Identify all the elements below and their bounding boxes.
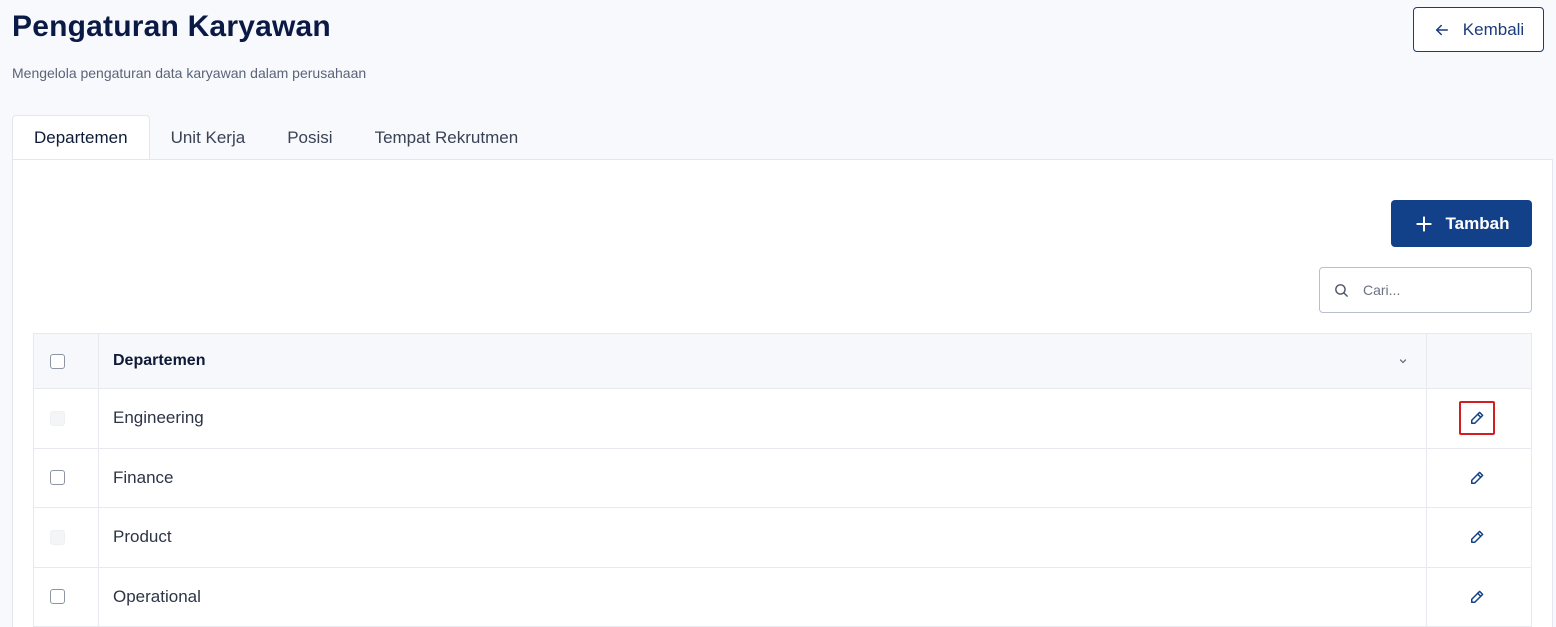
- row-checkbox: [49, 410, 65, 426]
- pencil-icon: [1471, 590, 1484, 603]
- tab-label: Posisi: [287, 127, 333, 147]
- add-button-label: Tambah: [1445, 213, 1510, 233]
- tab-departemen[interactable]: Departemen: [12, 115, 150, 160]
- edit-button[interactable]: [1459, 520, 1495, 554]
- table-row: Operational: [34, 567, 1531, 627]
- table-row: Product: [34, 508, 1531, 568]
- tab-posisi[interactable]: Posisi: [266, 115, 353, 160]
- row-checkbox[interactable]: [49, 589, 65, 605]
- row-name: Finance: [99, 448, 1427, 507]
- row-checkbox[interactable]: [49, 470, 65, 486]
- tab-unit-kerja[interactable]: Unit Kerja: [150, 115, 267, 160]
- column-header-departemen[interactable]: Departemen: [99, 334, 1427, 388]
- back-button-label: Kembali: [1462, 19, 1525, 39]
- row-check-cell: [34, 567, 99, 626]
- edit-button[interactable]: [1459, 401, 1495, 436]
- row-action-cell: [1427, 449, 1531, 508]
- row-check-cell: [34, 508, 99, 567]
- row-name: Engineering: [99, 389, 1427, 448]
- pencil-icon: [1471, 471, 1484, 484]
- tab-label: Tempat Rekrutmen: [374, 127, 519, 147]
- row-action-cell: [1427, 389, 1531, 448]
- tab-label: Unit Kerja: [170, 127, 246, 147]
- select-all-checkbox[interactable]: [49, 353, 65, 369]
- back-button[interactable]: Kembali: [1413, 7, 1544, 52]
- table-row: Engineering: [34, 389, 1531, 449]
- header-action-cell: [1427, 334, 1531, 388]
- page-title: Pengaturan Karyawan: [12, 10, 331, 43]
- table-header-row: Departemen: [34, 334, 1531, 389]
- row-check-cell: [34, 389, 99, 448]
- row-action-cell: [1427, 568, 1531, 627]
- tab-label: Departemen: [34, 128, 128, 147]
- search-input[interactable]: [1363, 282, 1513, 298]
- row-check-cell: [34, 448, 99, 507]
- pencil-icon: [1471, 530, 1484, 544]
- row-name: Product: [99, 508, 1427, 567]
- header-check-cell: [34, 334, 99, 388]
- pencil-icon: [1471, 411, 1484, 425]
- plus-icon: [1415, 215, 1432, 232]
- search-icon: [1335, 283, 1348, 297]
- add-button[interactable]: Tambah: [1391, 200, 1532, 247]
- table-row: Finance: [34, 448, 1531, 508]
- arrow-left-icon: [1435, 24, 1448, 35]
- tab-bar: Departemen Unit Kerja Posisi Tempat Rekr…: [12, 115, 539, 160]
- row-checkbox: [49, 529, 65, 545]
- row-action-cell: [1427, 508, 1531, 567]
- edit-button[interactable]: [1459, 580, 1495, 614]
- row-name: Operational: [99, 567, 1427, 626]
- page-subtitle: Mengelola pengaturan data karyawan dalam…: [12, 65, 367, 81]
- chevron-down-icon[interactable]: [1398, 356, 1408, 366]
- departemen-table: Departemen Engineering Finance Product O…: [33, 333, 1532, 627]
- tab-tempat-rekrutmen[interactable]: Tempat Rekrutmen: [354, 115, 540, 160]
- edit-button[interactable]: [1459, 461, 1495, 495]
- search-box: [1319, 267, 1532, 313]
- column-header-label: Departemen: [113, 352, 206, 369]
